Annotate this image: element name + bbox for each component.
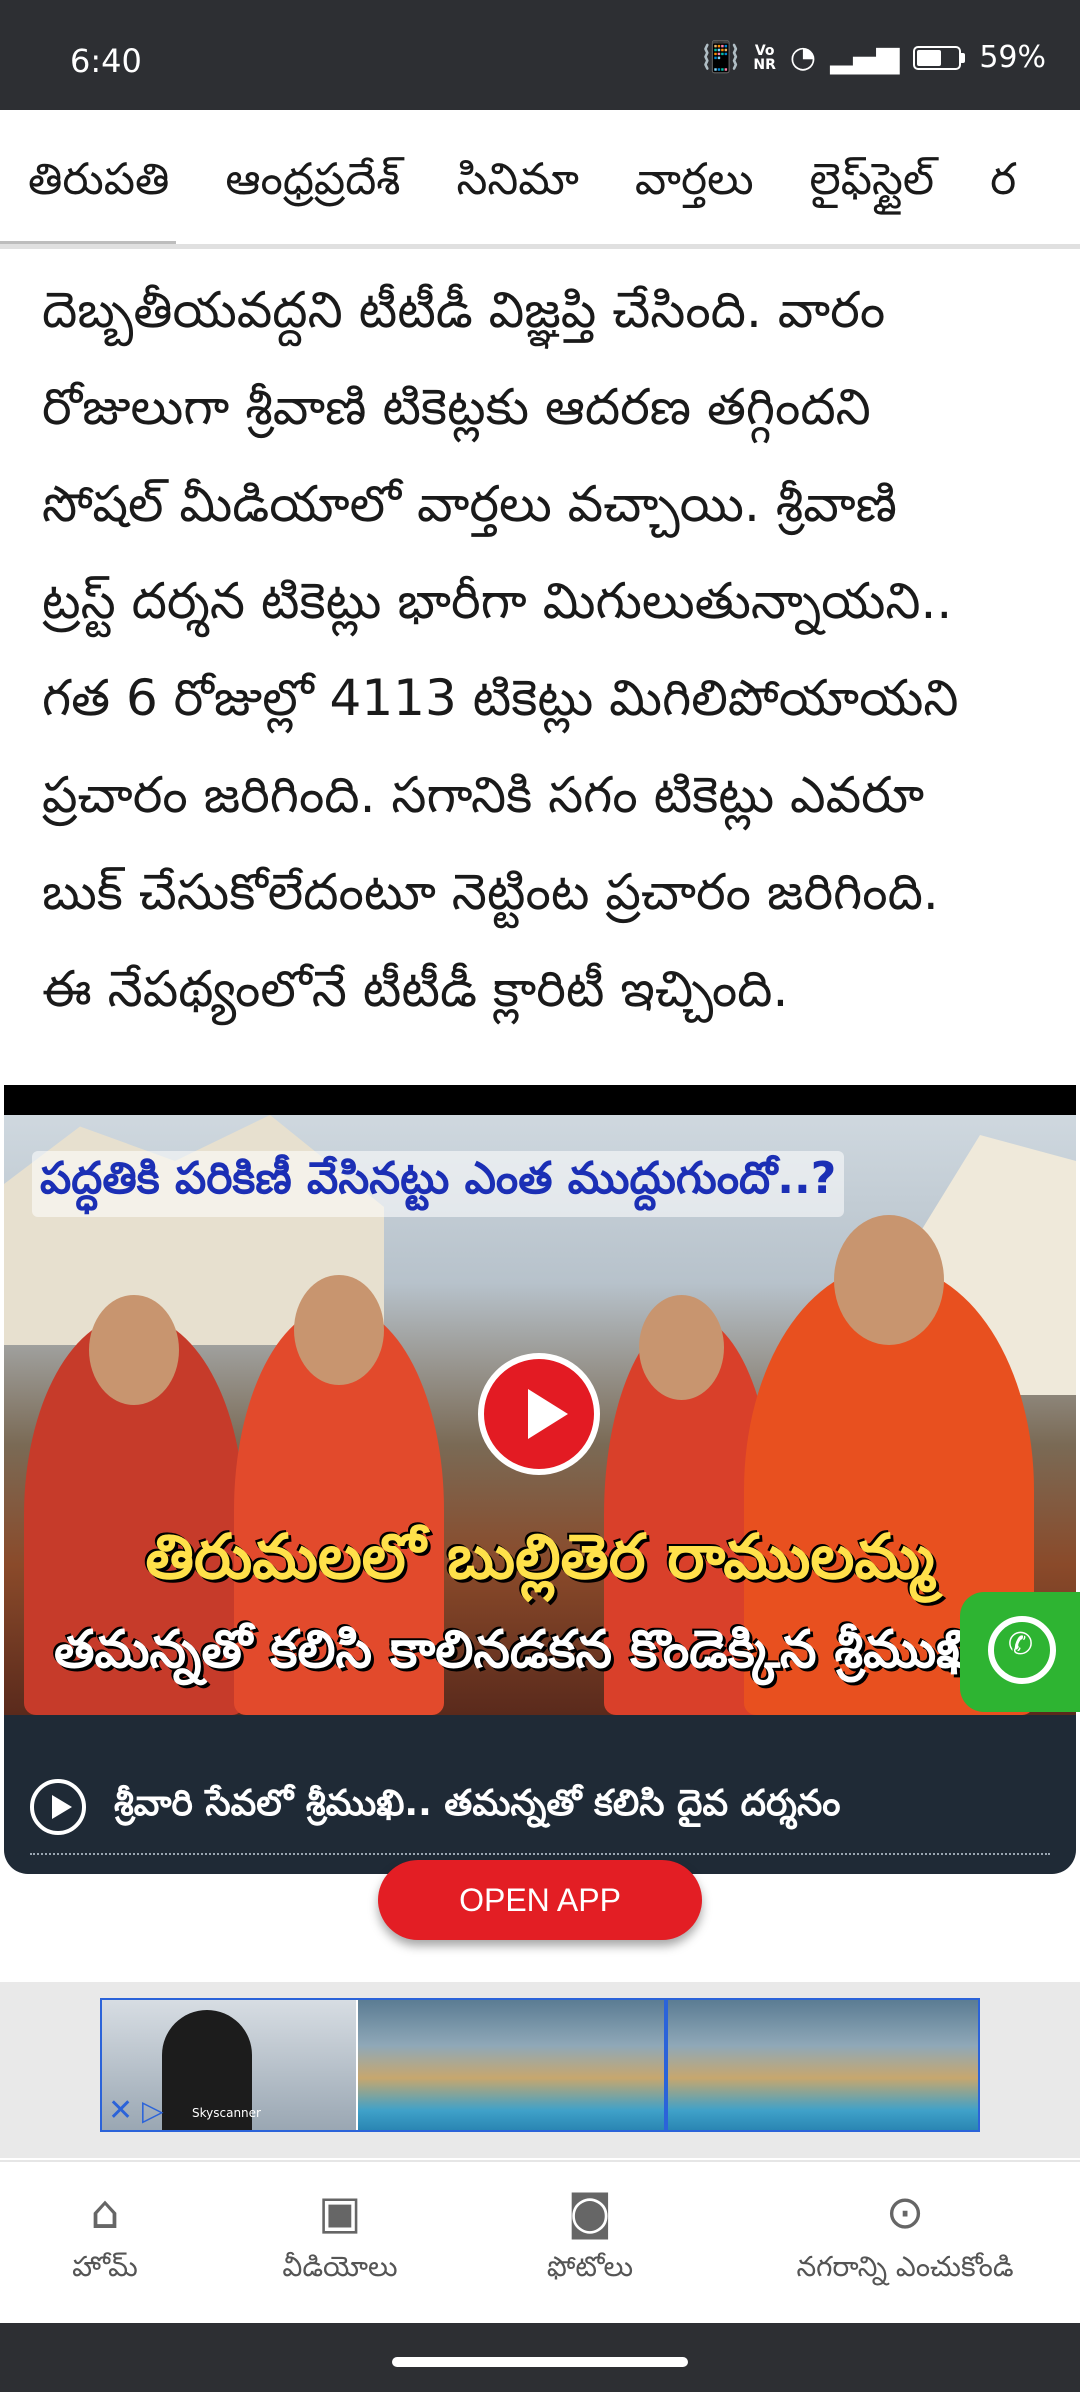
whatsapp-share-button[interactable]: ✆: [960, 1592, 1080, 1712]
tab-news[interactable]: వార్తలు: [635, 154, 754, 216]
video-library-icon: ▣: [318, 2185, 362, 2239]
tab-andhra-pradesh[interactable]: ఆంధ్రప్రదేశ్: [225, 154, 400, 216]
nav-label: ఫోటోలు: [546, 2250, 634, 2283]
video-top-bar: [4, 1085, 1076, 1115]
open-app-button[interactable]: OPEN APP: [378, 1860, 702, 1940]
ad-image: [358, 2000, 664, 2130]
ad-container: ✕ ▷ Skyscanner: [0, 1982, 1080, 2158]
article-line: సోషల్ మీడియాలో వార్తలు వచ్చాయి. శ్రీవాణి: [42, 475, 897, 533]
close-icon[interactable]: ✕: [108, 2096, 133, 2126]
status-time: 6:40: [70, 42, 142, 80]
person-head: [294, 1275, 384, 1385]
system-gesture-bar: [0, 2323, 1080, 2392]
video-caption[interactable]: శ్రీవారి సేవలో శ్రీముఖి.. తమన్నతో కలిసి …: [114, 1783, 840, 1833]
article-line: గత 6 రోజుల్లో 4113 టికెట్లు మిగిలిపోయాయన…: [42, 669, 959, 727]
home-icon: ⌂: [90, 2185, 120, 2239]
battery-percent: 59%: [979, 40, 1046, 75]
article-body: దెబ్బతీయవద్దని టీటీడీ విజ్ఞప్తి చేసింది.…: [42, 262, 1042, 1038]
category-tabs: తిరుపతి ఆంధ్రప్రదేశ్ సినిమా వార్తలు లైఫ్…: [0, 110, 1080, 249]
status-bar: 6:40 📳 Vo NR ◔ ▂▄▆ 59%: [0, 0, 1080, 110]
person-head: [639, 1295, 724, 1400]
nav-home[interactable]: ⌂ హోమ్: [40, 2184, 170, 2290]
article-line: ఈ నేపథ్యంలోనే టీటీడీ క్లారిటీ ఇచ్చింది.: [42, 960, 789, 1018]
thumbnail-title-primary: తిరుమలలో బుల్లితెర రాములమ్మ: [145, 1520, 935, 1593]
nav-label: నగరాన్ని ఎంచుకోండి: [796, 2250, 1014, 2283]
nav-videos[interactable]: ▣ వీడియోలు: [255, 2184, 425, 2290]
person-head: [834, 1215, 944, 1345]
bottom-navigation: ⌂ హోమ్ ▣ వీడియోలు ◙ ఫోటోలు ⊙ నగరాన్ని ఎం…: [0, 2160, 1080, 2325]
play-circle-icon[interactable]: [30, 1779, 86, 1835]
play-icon[interactable]: [478, 1353, 600, 1475]
article-line: ప్రచారం జరిగింది. సగానికి సగం టికెట్లు ఎ…: [42, 766, 925, 824]
nav-label: హోమ్: [72, 2250, 138, 2283]
video-caption-bar[interactable]: శ్రీవారి సేవలో శ్రీముఖి.. తమన్నతో కలిసి …: [4, 1749, 1076, 1874]
network-type-label: Vo NR: [753, 42, 776, 73]
thumbnail-headline: పద్ధతికి పరికిణీ వేసినట్టు ఎంత ముద్దుగుం…: [32, 1151, 845, 1217]
adchoices-icon[interactable]: ▷: [142, 2096, 164, 2126]
nav-label: వీడియోలు: [282, 2250, 398, 2283]
thumbnail-title-secondary: తమన్నతో కలిసి కాలినడకన కొండెక్కిన శ్రీము…: [54, 1620, 977, 1680]
vibrate-icon: 📳: [702, 39, 740, 75]
signal-icon: ▂▄▆: [830, 39, 900, 75]
ad-brand: Skyscanner: [192, 2106, 261, 2120]
divider: [30, 1853, 1050, 1855]
article-line: బుక్ చేసుకోలేదంటూ నెట్టింట ప్రచారం జరిగి…: [42, 863, 939, 921]
article-line: దెబ్బతీయవద్దని టీటీడీ విజ్ఞప్తి చేసింది.…: [42, 281, 886, 339]
tab-lifestyle[interactable]: లైఫ్‌స్టైల్: [810, 154, 935, 216]
home-gesture-handle[interactable]: [392, 2357, 688, 2367]
phone-icon: ✆: [1008, 1627, 1034, 1662]
status-icons: 📳 Vo NR ◔ ▂▄▆ 59%: [702, 40, 1046, 75]
person-head: [89, 1295, 179, 1405]
tab-tirupati[interactable]: తిరుపతి: [28, 154, 169, 216]
video-thumbnail[interactable]: పద్ధతికి పరికిణీ వేసినట్టు ఎంత ముద్దుగుం…: [4, 1115, 1076, 1715]
camera-icon: ◙: [567, 2185, 613, 2239]
tab-selected-indicator: [0, 241, 176, 244]
tab-cinema[interactable]: సినిమా: [456, 154, 578, 216]
nav-choose-city[interactable]: ⊙ నగరాన్ని ఎంచుకోండి: [760, 2184, 1050, 2290]
ad-banner[interactable]: ✕ ▷ Skyscanner: [100, 1998, 980, 2132]
ad-image: [668, 2000, 978, 2130]
battery-icon: [913, 45, 966, 70]
nav-photos[interactable]: ◙ ఫోటోలు: [520, 2184, 660, 2290]
location-pin-icon: ⊙: [885, 2185, 925, 2239]
wifi-icon: ◔: [789, 39, 817, 75]
article-line: రోజులుగా శ్రీవాణి టికెట్లకు ఆదరణ తగ్గింద…: [42, 378, 871, 436]
article-line: ట్రస్ట్ దర్శన టికెట్లు భారీగా మిగులుతున్…: [42, 572, 953, 630]
tab-partial[interactable]: ర: [990, 154, 1016, 216]
video-card[interactable]: పద్ధతికి పరికిణీ వేసినట్టు ఎంత ముద్దుగుం…: [4, 1085, 1076, 1874]
